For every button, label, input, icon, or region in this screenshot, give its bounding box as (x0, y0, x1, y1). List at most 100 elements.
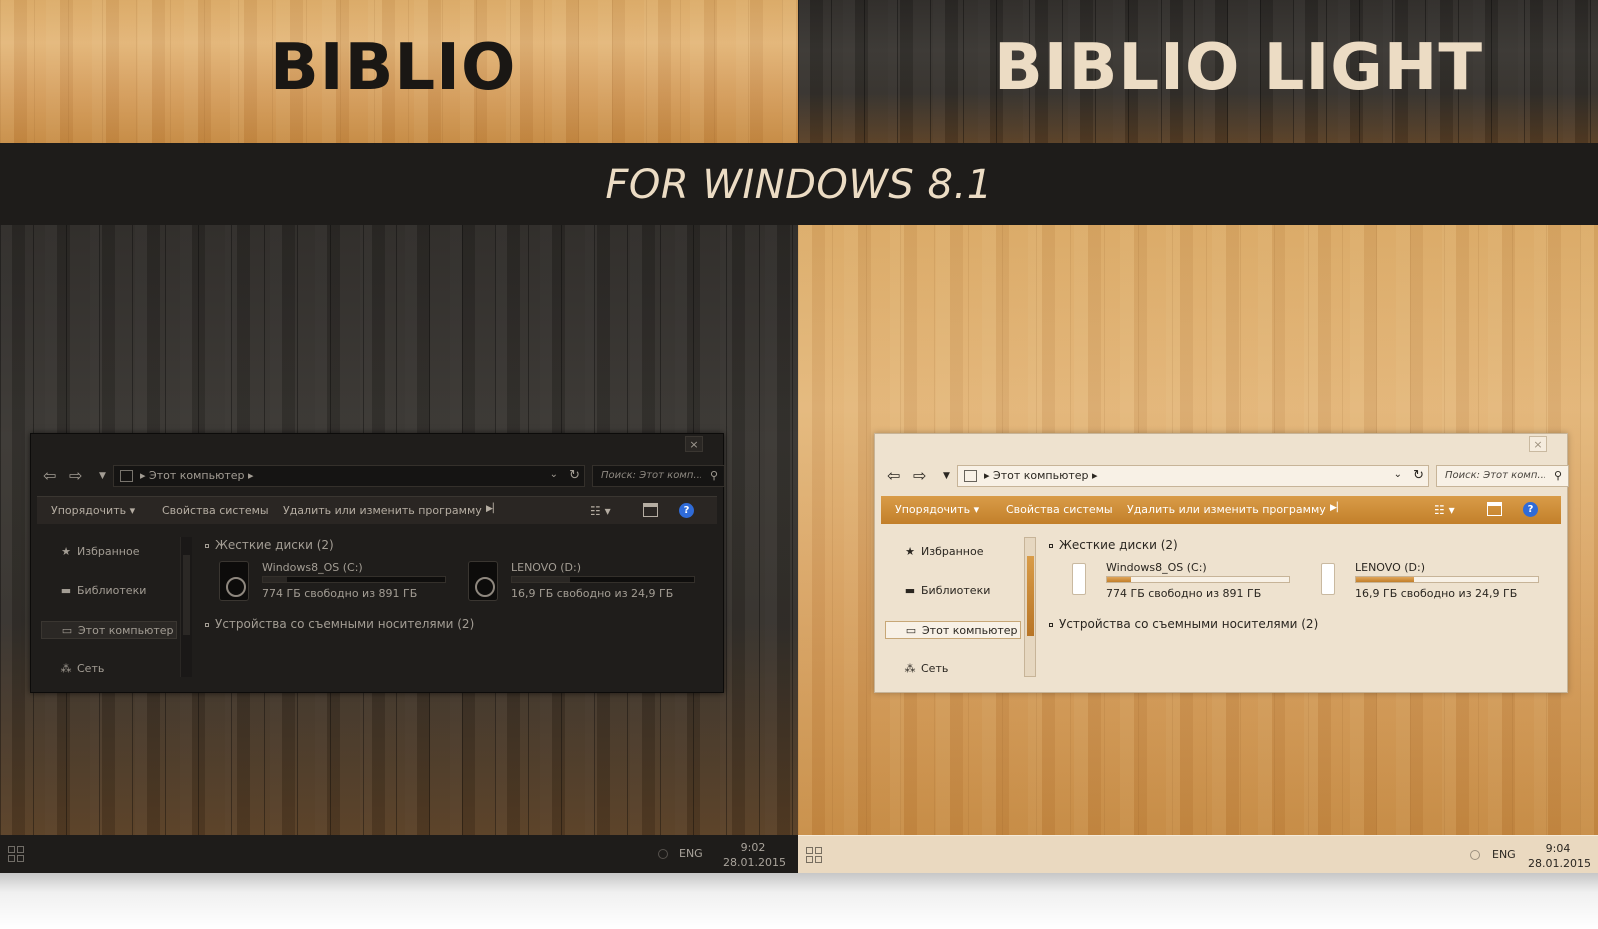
search-input[interactable]: Поиск: Этот комп... ⚲ (1436, 465, 1569, 487)
nav-item-label: Библиотеки (77, 584, 147, 597)
drive-c[interactable]: Windows8_OS (C:) 774 ГБ свободно из 891 … (1063, 561, 1303, 605)
close-button[interactable]: × (1529, 436, 1547, 452)
group-removable[interactable]: Устройства со съемными носителями (2) (205, 616, 474, 632)
chevron-down-icon[interactable]: ⌄ (550, 469, 558, 480)
change-view-icon[interactable]: ☷ ▾ (590, 504, 611, 518)
address-bar[interactable]: ▸ Этот компьютер ▸ ⌄ ↻ (957, 465, 1429, 487)
uninstall-program-button[interactable]: Удалить или изменить программу (1127, 503, 1326, 517)
nav-item-network[interactable]: ⁂ Сеть (885, 660, 1021, 678)
group-label: Жесткие диски (2) (215, 538, 334, 552)
hard-drive-icon (219, 561, 249, 601)
star-icon: ★ (61, 545, 71, 558)
breadcrumb-arrow-icon: ▸ (984, 469, 994, 482)
library-icon: ▬ (904, 584, 916, 597)
nav-item-this-pc[interactable]: ▭ Этот компьютер (41, 621, 177, 639)
language-indicator[interactable]: ENG (679, 847, 703, 860)
banner-right: BIBLIO LIGHT (798, 0, 1598, 143)
recent-locations-dropdown-icon[interactable]: ▼ (99, 466, 106, 486)
search-icon[interactable]: ⚲ (710, 469, 718, 482)
drive-usage-bar (1355, 576, 1539, 583)
clock-time: 9:04 (1545, 842, 1571, 855)
clock-date: 28.01.2015 (1528, 857, 1591, 870)
command-toolbar: Упорядочить ▾ Свойства системы Удалить и… (881, 496, 1561, 524)
notification-icon[interactable] (658, 849, 668, 859)
system-properties-button[interactable]: Свойства системы (162, 504, 269, 518)
preview-pane-icon[interactable] (1487, 502, 1502, 516)
nav-item-this-pc[interactable]: ▭ Этот компьютер (885, 621, 1021, 639)
help-icon[interactable]: ? (679, 503, 694, 518)
forward-arrow-icon[interactable]: ⇨ (913, 466, 926, 486)
computer-icon: ▭ (61, 624, 73, 637)
search-input[interactable]: Поиск: Этот комп... ⚲ (592, 465, 725, 487)
taskbar-dark: ENG 9:02 28.01.2015 (0, 835, 798, 873)
group-hard-drives[interactable]: Жесткие диски (2) (205, 537, 334, 553)
nav-item-label: Этот компьютер (78, 624, 174, 637)
system-properties-button[interactable]: Свойства системы (1006, 503, 1113, 517)
start-button-icon[interactable] (8, 846, 24, 862)
subtitle: FOR WINDOWS 8.1 (605, 162, 993, 208)
language-indicator[interactable]: ENG (1492, 848, 1516, 861)
navigation-pane: ★ Избранное ▬ Библиотеки ▭ Этот компьютер ⁂… (879, 537, 1036, 687)
navigation-row: ⇦ ⇨ ▼ ▸ Этот компьютер ▸ ⌄ ↻ Поиск: Этот… (41, 465, 725, 487)
nav-item-libraries[interactable]: ▬ Библиотеки (885, 582, 1021, 600)
drive-d[interactable]: LENOVO (D:) 16,9 ГБ свободно из 24,9 ГБ (1312, 561, 1552, 605)
content-pane: Жесткие диски (2) Windows8_OS (C:) 774 Г… (199, 537, 717, 687)
command-toolbar: Упорядочить ▾ Свойства системы Удалить и… (37, 496, 717, 524)
nav-item-network[interactable]: ⁂ Сеть (41, 660, 177, 678)
more-commands-icon[interactable]: ▶▏ (486, 504, 500, 514)
refresh-icon[interactable]: ↻ (569, 468, 580, 483)
drive-usage-fill (1107, 577, 1131, 582)
uninstall-program-button[interactable]: Удалить или изменить программу (283, 504, 482, 518)
group-removable[interactable]: Устройства со съемными носителями (2) (1049, 616, 1318, 632)
nav-scrollbar[interactable] (1024, 537, 1036, 677)
banner-left: BIBLIO (0, 0, 798, 143)
computer-icon (964, 470, 977, 482)
recent-locations-dropdown-icon[interactable]: ▼ (943, 466, 950, 486)
network-icon: ⁂ (60, 662, 72, 675)
organize-button[interactable]: Упорядочить ▾ (895, 503, 979, 517)
nav-item-label: Библиотеки (921, 584, 991, 597)
clock[interactable]: 9:02 28.01.2015 (723, 840, 786, 870)
footer-shadow (0, 873, 1598, 929)
organize-button[interactable]: Упорядочить ▾ (51, 504, 135, 518)
address-bar[interactable]: ▸ Этот компьютер ▸ ⌄ ↻ (113, 465, 585, 487)
drive-c[interactable]: Windows8_OS (C:) 774 ГБ свободно из 891 … (219, 561, 459, 605)
drive-usage-bar (511, 576, 695, 583)
more-commands-icon[interactable]: ▶▏ (1330, 503, 1344, 513)
back-arrow-icon[interactable]: ⇦ (43, 466, 56, 486)
scroll-thumb[interactable] (183, 555, 190, 635)
drive-free-space: 774 ГБ свободно из 891 ГБ (262, 587, 418, 600)
drive-usage-fill (263, 577, 287, 582)
nav-item-libraries[interactable]: ▬ Библиотеки (41, 582, 177, 600)
drive-d[interactable]: LENOVO (D:) 16,9 ГБ свободно из 24,9 ГБ (468, 561, 708, 605)
start-button-icon[interactable] (806, 847, 822, 863)
drive-free-space: 16,9 ГБ свободно из 24,9 ГБ (1355, 587, 1518, 600)
scroll-thumb[interactable] (1027, 556, 1034, 636)
clock[interactable]: 9:04 28.01.2015 (1528, 841, 1591, 871)
search-icon[interactable]: ⚲ (1554, 469, 1562, 482)
chevron-down-icon[interactable]: ⌄ (1394, 469, 1402, 480)
group-hard-drives[interactable]: Жесткие диски (2) (1049, 537, 1178, 553)
breadcrumb[interactable]: ▸ Этот компьютер ▸ (140, 469, 254, 483)
clock-time: 9:02 (740, 841, 766, 854)
nav-item-favorites[interactable]: ★ Избранное (41, 543, 177, 561)
close-button[interactable]: × (685, 436, 703, 452)
group-label: Жесткие диски (2) (1059, 538, 1178, 552)
nav-scrollbar[interactable] (180, 537, 192, 677)
breadcrumb[interactable]: ▸ Этот компьютер ▸ (984, 469, 1098, 483)
drive-free-space: 16,9 ГБ свободно из 24,9 ГБ (511, 587, 674, 600)
nav-item-label: Этот компьютер (922, 624, 1018, 637)
search-placeholder: Поиск: Этот комп... (1445, 470, 1545, 481)
notification-icon[interactable] (1470, 850, 1480, 860)
forward-arrow-icon[interactable]: ⇨ (69, 466, 82, 486)
change-view-icon[interactable]: ☷ ▾ (1434, 503, 1455, 517)
nav-item-favorites[interactable]: ★ Избранное (885, 543, 1021, 561)
search-placeholder: Поиск: Этот комп... (601, 470, 701, 481)
refresh-icon[interactable]: ↻ (1413, 468, 1424, 483)
breadcrumb-this-pc: Этот компьютер (149, 469, 245, 482)
navigation-pane: ★ Избранное ▬ Библиотеки ▭ Этот компьютер ⁂… (35, 537, 192, 687)
back-arrow-icon[interactable]: ⇦ (887, 466, 900, 486)
help-icon[interactable]: ? (1523, 502, 1538, 517)
group-label: Устройства со съемными носителями (2) (1059, 617, 1319, 631)
preview-pane-icon[interactable] (643, 503, 658, 517)
